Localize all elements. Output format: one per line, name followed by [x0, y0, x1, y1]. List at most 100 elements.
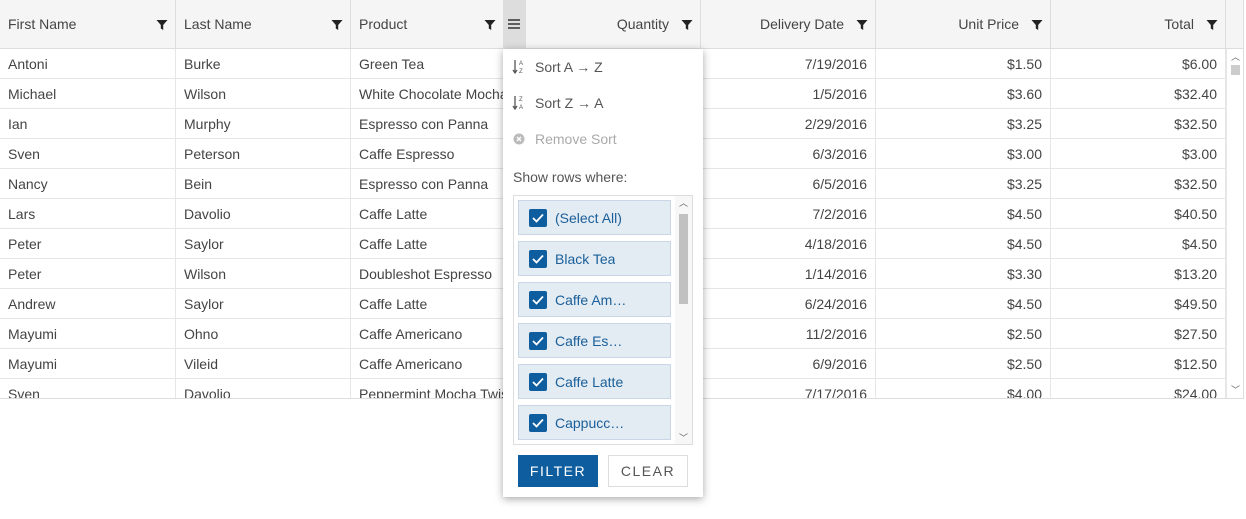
cell-product[interactable]: Caffe Latte — [351, 199, 526, 228]
cell-last[interactable]: Bein — [176, 169, 351, 198]
cell-date[interactable]: 2/29/2016 — [701, 109, 876, 138]
cell-product[interactable]: Espresso con Panna — [351, 109, 526, 138]
cell-total[interactable]: $49.50 — [1051, 289, 1226, 318]
cell-price[interactable]: $3.60 — [876, 79, 1051, 108]
cell-last[interactable]: Burke — [176, 49, 351, 78]
cell-price[interactable]: $4.00 — [876, 379, 1051, 398]
cell-date[interactable]: 7/19/2016 — [701, 49, 876, 78]
cell-total[interactable]: $12.50 — [1051, 349, 1226, 378]
cell-price[interactable]: $3.00 — [876, 139, 1051, 168]
cell-date[interactable]: 7/17/2016 — [701, 379, 876, 398]
filter-button[interactable]: FILTER — [518, 455, 598, 487]
cell-product[interactable]: Caffe Espresso — [351, 139, 526, 168]
cell-product[interactable]: Caffe Americano — [351, 349, 526, 378]
cell-first[interactable]: Peter — [0, 259, 176, 288]
scrollbar-thumb[interactable] — [1231, 65, 1240, 75]
column-header-last[interactable]: Last Name — [176, 0, 351, 48]
list-scrollbar-thumb[interactable] — [679, 214, 688, 304]
cell-product[interactable]: Caffe Latte — [351, 229, 526, 258]
hamburger-menu-icon[interactable] — [503, 0, 525, 48]
cell-date[interactable]: 1/5/2016 — [701, 79, 876, 108]
cell-price[interactable]: $3.25 — [876, 109, 1051, 138]
checkmark-icon[interactable] — [529, 290, 547, 309]
cell-product[interactable]: Doubleshot Espresso — [351, 259, 526, 288]
cell-price[interactable]: $4.50 — [876, 229, 1051, 258]
cell-last[interactable]: Saylor — [176, 229, 351, 258]
cell-last[interactable]: Saylor — [176, 289, 351, 318]
filter-icon[interactable] — [331, 18, 343, 30]
cell-total[interactable]: $27.50 — [1051, 319, 1226, 348]
cell-price[interactable]: $4.50 — [876, 199, 1051, 228]
cell-price[interactable]: $1.50 — [876, 49, 1051, 78]
cell-date[interactable]: 11/2/2016 — [701, 319, 876, 348]
scroll-down-icon[interactable]: ﹀ — [1227, 383, 1243, 396]
cell-first[interactable]: Mayumi — [0, 319, 176, 348]
remove-sort-menu-item[interactable]: Remove Sort — [511, 128, 617, 150]
list-scroll-up-icon[interactable]: ︿ — [675, 196, 692, 209]
cell-last[interactable]: Peterson — [176, 139, 351, 168]
cell-date[interactable]: 6/3/2016 — [701, 139, 876, 168]
cell-first[interactable]: Antoni — [0, 49, 176, 78]
cell-total[interactable]: $32.50 — [1051, 169, 1226, 198]
cell-date[interactable]: 6/5/2016 — [701, 169, 876, 198]
list-scroll-down-icon[interactable]: ﹀ — [675, 431, 692, 444]
checkmark-icon[interactable] — [529, 413, 547, 432]
cell-last[interactable]: Wilson — [176, 259, 351, 288]
cell-total[interactable]: $32.50 — [1051, 109, 1226, 138]
sort-asc-menu-item[interactable]: AZ Sort A → Z — [511, 56, 603, 78]
cell-product[interactable]: White Chocolate Mocha — [351, 79, 526, 108]
list-scrollbar[interactable]: ︿ ﹀ — [675, 196, 692, 444]
cell-total[interactable]: $4.50 — [1051, 229, 1226, 258]
cell-price[interactable]: $2.50 — [876, 319, 1051, 348]
filter-list-item[interactable]: Caffe Es… — [518, 323, 671, 358]
filter-list-item[interactable]: (Select All) — [518, 200, 671, 235]
cell-date[interactable]: 4/18/2016 — [701, 229, 876, 258]
cell-date[interactable]: 1/14/2016 — [701, 259, 876, 288]
sort-desc-menu-item[interactable]: ZA Sort Z → A — [511, 92, 603, 114]
cell-last[interactable]: Davolio — [176, 379, 351, 398]
cell-date[interactable]: 7/2/2016 — [701, 199, 876, 228]
cell-total[interactable]: $40.50 — [1051, 199, 1226, 228]
column-header-first[interactable]: First Name — [0, 0, 176, 48]
filter-icon[interactable] — [1031, 18, 1043, 30]
cell-first[interactable]: Ian — [0, 109, 176, 138]
cell-date[interactable]: 6/24/2016 — [701, 289, 876, 318]
filter-list-item[interactable]: Caffe Am… — [518, 282, 671, 317]
filter-list-item[interactable]: Black Tea — [518, 241, 671, 276]
cell-first[interactable]: Sven — [0, 379, 176, 398]
scroll-up-icon[interactable]: ︿ — [1227, 50, 1243, 63]
cell-total[interactable]: $6.00 — [1051, 49, 1226, 78]
cell-total[interactable]: $3.00 — [1051, 139, 1226, 168]
cell-last[interactable]: Murphy — [176, 109, 351, 138]
filter-icon[interactable] — [681, 18, 693, 30]
cell-total[interactable]: $24.00 — [1051, 379, 1226, 398]
filter-icon[interactable] — [1206, 18, 1218, 30]
column-header-qty[interactable]: Quantity — [526, 0, 701, 48]
cell-total[interactable]: $13.20 — [1051, 259, 1226, 288]
cell-first[interactable]: Mayumi — [0, 349, 176, 378]
column-header-price[interactable]: Unit Price — [876, 0, 1051, 48]
cell-last[interactable]: Davolio — [176, 199, 351, 228]
filter-list-item[interactable]: Cappucc… — [518, 405, 671, 440]
checkmark-icon[interactable] — [529, 208, 547, 227]
checkmark-icon[interactable] — [529, 331, 547, 350]
cell-product[interactable]: Caffe Americano — [351, 319, 526, 348]
cell-price[interactable]: $3.30 — [876, 259, 1051, 288]
filter-icon[interactable] — [484, 18, 496, 30]
cell-first[interactable]: Michael — [0, 79, 176, 108]
clear-button[interactable]: CLEAR — [608, 455, 688, 487]
cell-total[interactable]: $32.40 — [1051, 79, 1226, 108]
checkmark-icon[interactable] — [529, 249, 547, 268]
cell-product[interactable]: Green Tea — [351, 49, 526, 78]
column-header-date[interactable]: Delivery Date — [701, 0, 876, 48]
column-header-product[interactable]: Product — [351, 0, 526, 48]
cell-first[interactable]: Andrew — [0, 289, 176, 318]
cell-product[interactable]: Espresso con Panna — [351, 169, 526, 198]
cell-last[interactable]: Ohno — [176, 319, 351, 348]
grid-vertical-scrollbar[interactable]: ︿ ﹀ — [1226, 49, 1243, 398]
cell-first[interactable]: Sven — [0, 139, 176, 168]
filter-icon[interactable] — [156, 18, 168, 30]
cell-last[interactable]: Vileid — [176, 349, 351, 378]
cell-first[interactable]: Peter — [0, 229, 176, 258]
cell-price[interactable]: $4.50 — [876, 289, 1051, 318]
